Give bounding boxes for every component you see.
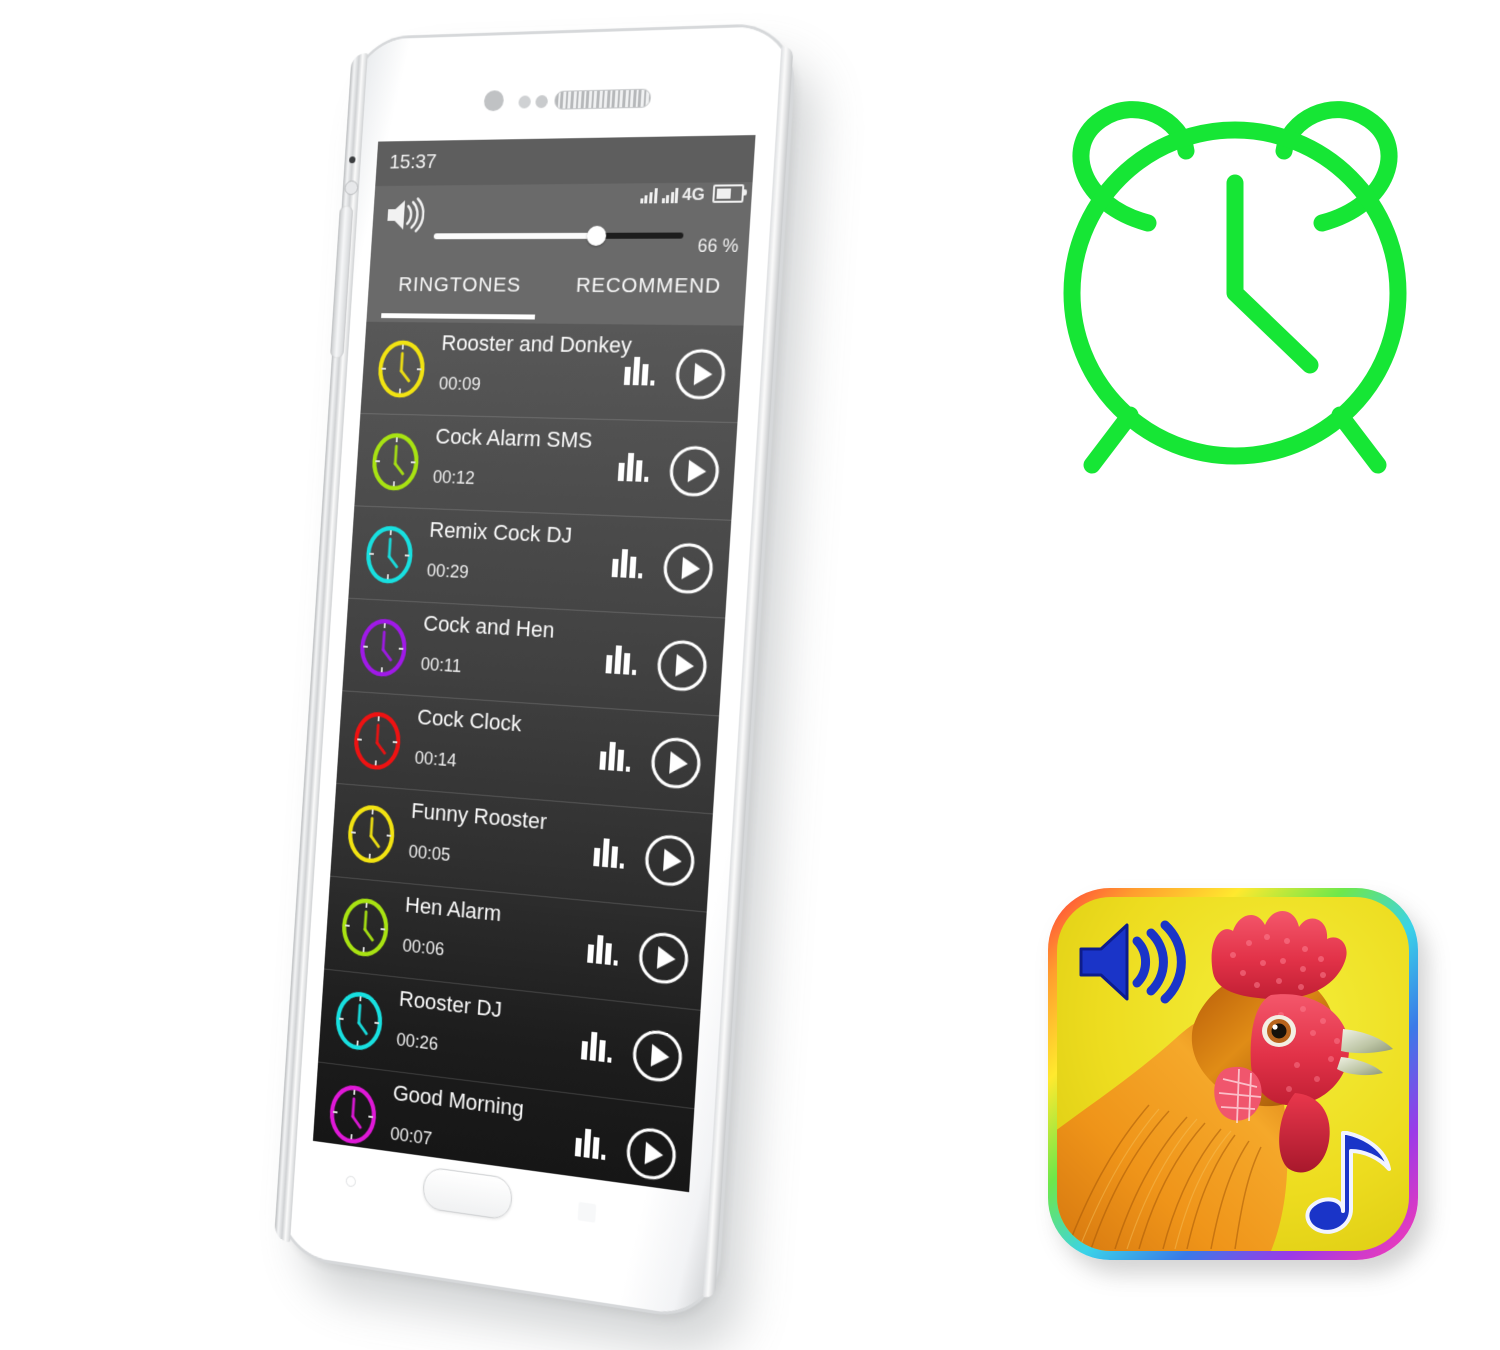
capacitive-key-right[interactable] bbox=[577, 1201, 597, 1223]
play-circle-icon[interactable] bbox=[642, 832, 697, 890]
volume-slider-filled-track bbox=[433, 232, 597, 240]
ringtone-list[interactable]: Rooster and Donkey 00:09 Cock Alarm SMS 00:… bbox=[312, 321, 744, 1193]
ringtone-title: Cock and Hen bbox=[422, 610, 556, 643]
status-bar-clock: 15:37 bbox=[388, 150, 438, 174]
equalizer-icon[interactable] bbox=[586, 932, 619, 966]
clock-icon bbox=[368, 430, 423, 494]
play-circle-icon[interactable] bbox=[630, 1026, 685, 1086]
play-circle-icon[interactable] bbox=[624, 1124, 679, 1184]
equalizer-icon[interactable] bbox=[592, 835, 625, 869]
speaker-icon bbox=[1075, 919, 1187, 1005]
speaker-volume-icon bbox=[383, 195, 426, 234]
ringtone-duration: 00:26 bbox=[395, 1029, 439, 1055]
ringtone-row[interactable]: Rooster and Donkey 00:09 bbox=[360, 321, 744, 424]
ringtone-duration: 00:07 bbox=[389, 1123, 433, 1149]
play-circle-icon[interactable] bbox=[667, 444, 722, 499]
equalizer-icon[interactable] bbox=[617, 451, 650, 482]
play-circle-icon[interactable] bbox=[636, 929, 691, 988]
ringtone-duration: 00:12 bbox=[432, 466, 476, 489]
earpiece-speaker-grille bbox=[553, 88, 652, 110]
play-circle-icon[interactable] bbox=[655, 638, 710, 694]
phone-screen: 15:37 4G 66 % RINGTONES RECOMMEND Rooste… bbox=[312, 135, 756, 1193]
tab-recommend[interactable]: RECOMMEND bbox=[550, 268, 747, 326]
ringtone-title: Cock Clock bbox=[416, 704, 523, 737]
alarm-clock-icon bbox=[1020, 65, 1450, 485]
equalizer-icon[interactable] bbox=[580, 1029, 613, 1063]
ringtone-duration: 00:09 bbox=[438, 373, 482, 395]
equalizer-icon[interactable] bbox=[598, 739, 631, 772]
network-type-label: 4G bbox=[681, 184, 706, 205]
ringtone-title: Rooster and Donkey bbox=[440, 330, 633, 358]
ringtone-title: Cock Alarm SMS bbox=[434, 423, 594, 453]
tab-ringtones[interactable]: RINGTONES bbox=[366, 267, 553, 323]
ringtone-title: Remix Cock DJ bbox=[428, 517, 573, 548]
tab-bar: RINGTONES RECOMMEND bbox=[366, 267, 748, 326]
ringtone-duration: 00:05 bbox=[408, 841, 452, 866]
ringtone-duration: 00:06 bbox=[401, 935, 445, 960]
equalizer-icon[interactable] bbox=[605, 643, 638, 676]
clock-icon bbox=[344, 801, 399, 868]
app-icon[interactable] bbox=[1048, 888, 1418, 1260]
battery-icon bbox=[712, 184, 745, 203]
ringtone-duration: 00:14 bbox=[414, 747, 458, 771]
equalizer-icon[interactable] bbox=[611, 547, 644, 579]
clock-icon bbox=[332, 987, 387, 1056]
play-circle-icon[interactable] bbox=[661, 541, 716, 597]
ringtone-title: Rooster DJ bbox=[398, 985, 503, 1023]
music-note-icon bbox=[1299, 1125, 1395, 1237]
volume-slider-thumb[interactable] bbox=[586, 225, 607, 246]
status-bar-icons: 4G bbox=[639, 184, 745, 205]
clock-icon bbox=[362, 522, 417, 587]
ringtone-title: Funny Rooster bbox=[410, 797, 548, 835]
play-circle-icon[interactable] bbox=[648, 735, 703, 792]
volume-control-row: 4G 66 % bbox=[369, 182, 753, 269]
ringtone-duration: 00:29 bbox=[426, 560, 470, 583]
signal-bars-icon-2 bbox=[661, 187, 679, 204]
app-icon-artwork bbox=[1057, 897, 1409, 1251]
status-bar: 15:37 bbox=[375, 135, 756, 187]
play-circle-icon[interactable] bbox=[673, 347, 728, 401]
volume-slider-remaining-track bbox=[596, 232, 684, 239]
clock-icon bbox=[326, 1080, 381, 1150]
ringtone-title: Good Morning bbox=[392, 1079, 525, 1122]
clock-icon bbox=[374, 337, 429, 400]
clock-icon bbox=[356, 615, 411, 681]
equalizer-icon[interactable] bbox=[623, 355, 656, 386]
volume-percent-label: 66 % bbox=[696, 235, 740, 256]
ringtone-duration: 00:11 bbox=[420, 653, 462, 677]
phone-mockup: 15:37 4G 66 % RINGTONES RECOMMEND Rooste… bbox=[270, 10, 830, 1320]
clock-icon bbox=[338, 893, 393, 961]
clock-icon bbox=[350, 708, 405, 775]
signal-bars-icon-1 bbox=[639, 187, 658, 204]
equalizer-icon[interactable] bbox=[574, 1125, 607, 1161]
ringtone-title: Hen Alarm bbox=[404, 891, 502, 927]
volume-slider[interactable] bbox=[433, 225, 684, 246]
ringtone-row[interactable]: Cock Alarm SMS 00:12 bbox=[354, 413, 738, 521]
phone-3d-wrapper: 15:37 4G 66 % RINGTONES RECOMMEND Rooste… bbox=[250, 6, 795, 1327]
